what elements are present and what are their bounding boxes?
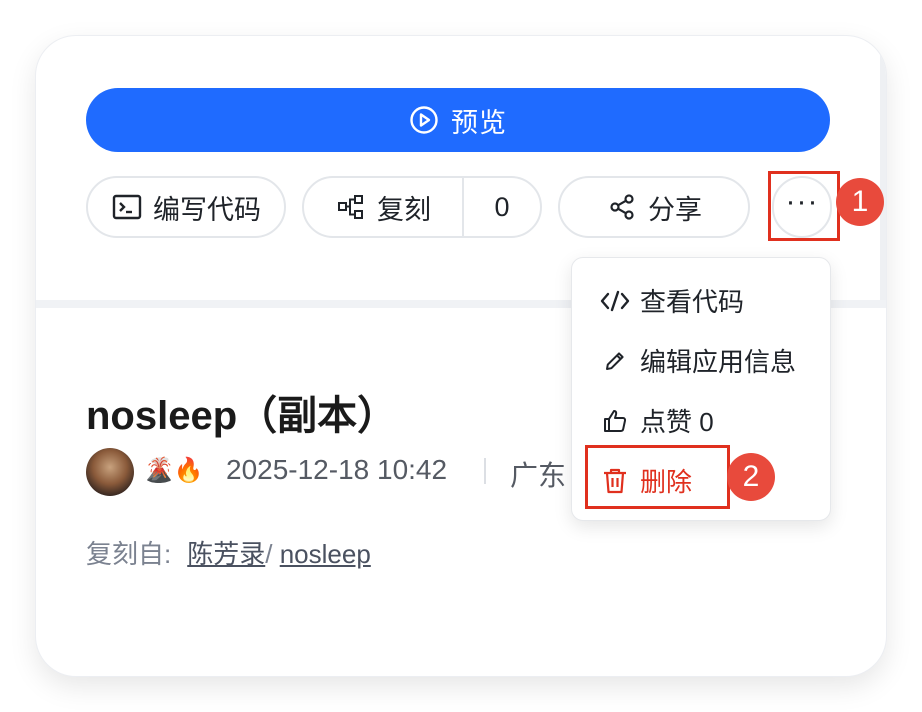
fork-button[interactable]: 复刻	[304, 178, 464, 236]
menu-item-delete[interactable]: 删除	[600, 462, 692, 499]
meta-divider	[484, 458, 486, 484]
share-label: 分享	[648, 194, 702, 225]
publish-timestamp: 2025-12-18 10:42	[226, 454, 448, 485]
fork-count: 0	[494, 191, 510, 222]
more-button[interactable]: ···	[772, 176, 832, 238]
more-menu: 查看代码 编辑应用信息 点赞 0 删除	[571, 257, 831, 521]
fork-source-label: 复刻自:	[86, 539, 172, 569]
fork-source-author-link[interactable]: 陈芳录	[187, 539, 265, 569]
fork-button-group: 复刻 0	[302, 176, 542, 238]
share-icon	[606, 191, 638, 223]
fork-source-app-link[interactable]: nosleep	[280, 539, 371, 569]
write-code-button[interactable]: 编写代码	[86, 176, 286, 238]
step-badge-1: 1	[836, 178, 884, 226]
play-circle-icon	[409, 105, 439, 135]
share-button[interactable]: 分享	[558, 176, 750, 238]
author-emoji: 🌋🔥	[144, 457, 204, 484]
fork-label: 复刻	[377, 194, 431, 225]
code-icon	[600, 286, 630, 316]
thumbs-up-icon	[600, 406, 630, 436]
terminal-icon	[111, 191, 143, 223]
preview-button[interactable]: 预览	[86, 88, 830, 152]
more-icon: ···	[785, 185, 819, 218]
menu-item-label: 编辑应用信息	[640, 347, 797, 377]
menu-item-label: 删除	[640, 467, 693, 497]
scrollbar-track	[880, 36, 886, 306]
preview-label: 预览	[451, 107, 507, 138]
fork-source: 复刻自: 陈芳录/ nosleep	[86, 534, 371, 571]
menu-item-view-code[interactable]: 查看代码	[600, 282, 744, 319]
menu-item-label: 查看代码	[640, 287, 745, 317]
avatar[interactable]	[86, 448, 134, 496]
location-text: 广东	[510, 460, 567, 491]
fork-source-separator: /	[265, 539, 273, 569]
menu-item-like[interactable]: 点赞 0	[600, 402, 714, 439]
step-badge-2: 2	[727, 453, 775, 501]
pencil-icon	[600, 346, 630, 376]
menu-item-label: 点赞 0	[640, 407, 714, 437]
write-code-label: 编写代码	[153, 194, 261, 225]
menu-item-edit-info[interactable]: 编辑应用信息	[600, 342, 796, 379]
app-title: nosleep（副本）	[86, 394, 398, 438]
trash-icon	[600, 466, 630, 496]
fork-icon	[335, 191, 367, 223]
